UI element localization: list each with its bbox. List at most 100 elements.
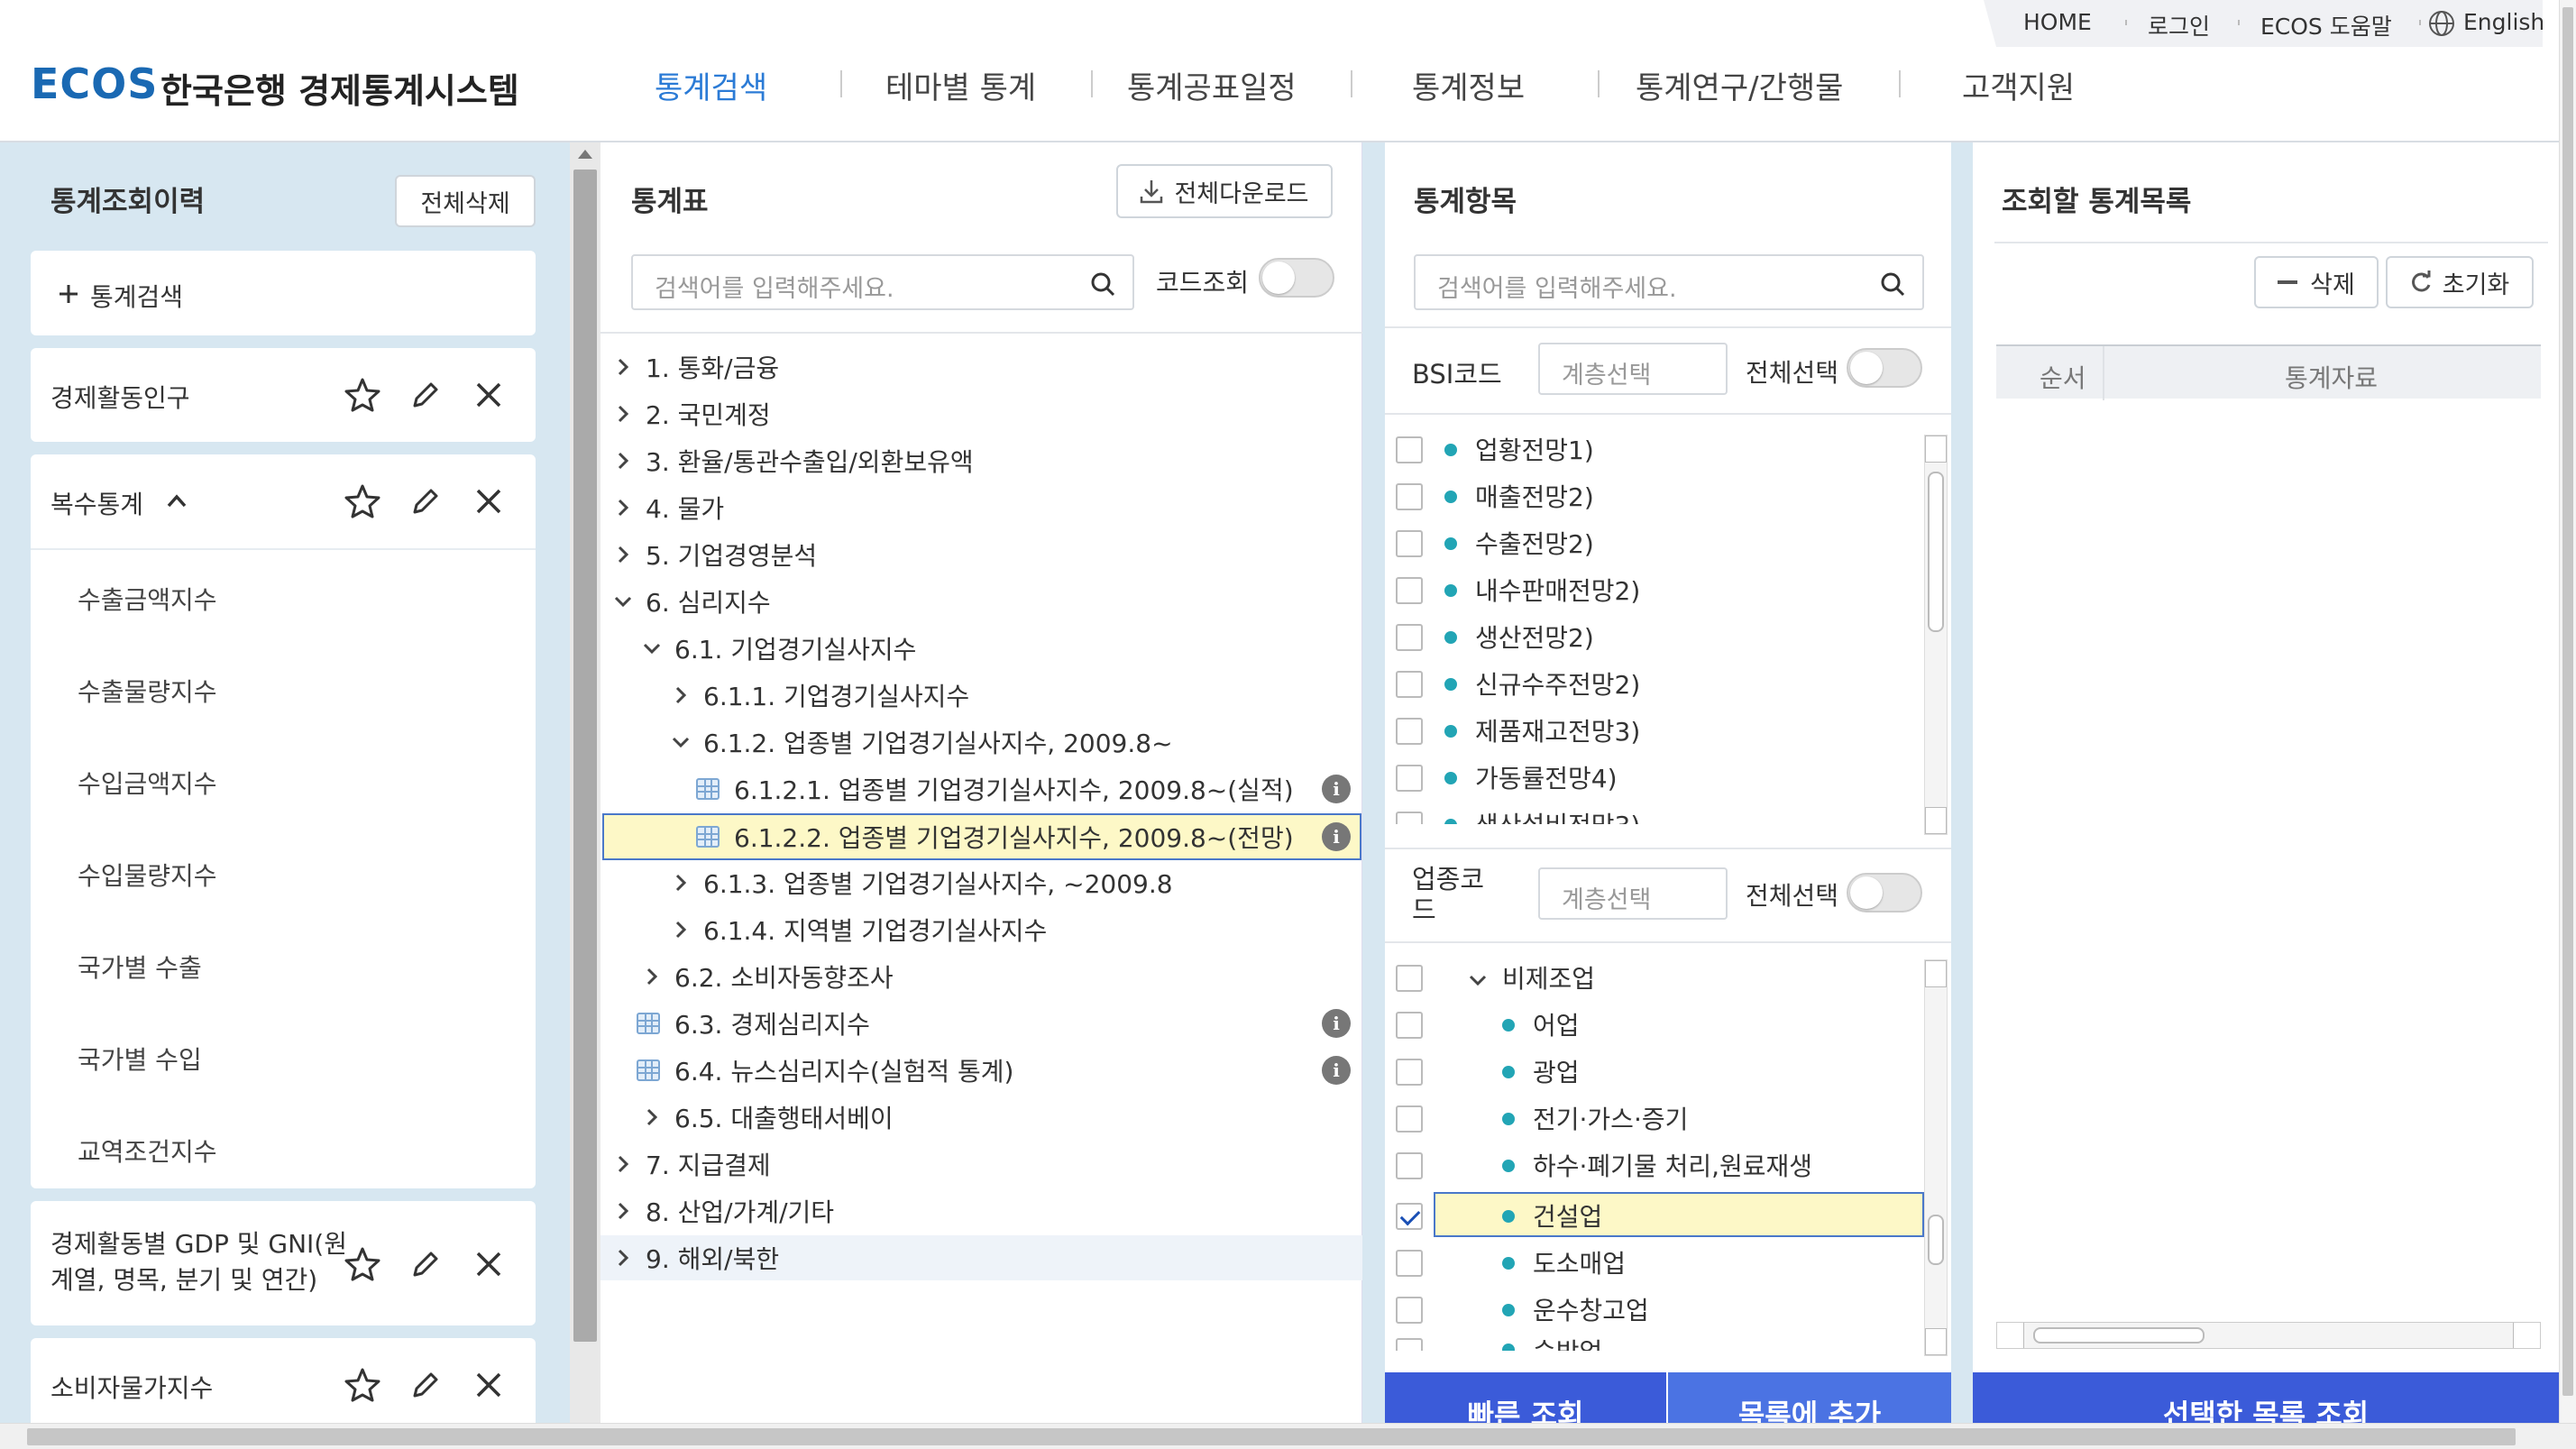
sub-item[interactable]: 수입금액지수 bbox=[78, 765, 217, 801]
industry-item-label-selected[interactable]: 건설업 bbox=[1533, 1197, 1602, 1233]
bsi-item-label[interactable]: 수출전망2) bbox=[1475, 525, 1594, 561]
info-icon[interactable]: i bbox=[1322, 1009, 1351, 1038]
language-link[interactable]: English bbox=[2463, 9, 2543, 35]
info-icon[interactable]: i bbox=[1322, 822, 1351, 851]
sub-item[interactable]: 수출금액지수 bbox=[78, 581, 217, 617]
industry-scrollbar[interactable] bbox=[1924, 959, 1948, 1356]
tree-leaf-selected[interactable]: 6.1.2.2. 업종별 기업경기실사지수, 2009.8~(전망) bbox=[696, 814, 1294, 859]
industry-item-label[interactable]: 전기·가스·증기 bbox=[1533, 1100, 1688, 1136]
bsi-checkbox[interactable] bbox=[1396, 483, 1423, 510]
chevron-down-icon[interactable] bbox=[1468, 970, 1488, 990]
sub-item[interactable]: 수출물량지수 bbox=[78, 673, 217, 709]
tree-node[interactable]: 2. 국민계정 bbox=[613, 391, 771, 436]
scroll-up-button[interactable] bbox=[1925, 960, 1947, 987]
tree-node[interactable]: 8. 산업/가계/기타 bbox=[613, 1188, 834, 1233]
table-search-input[interactable]: 검색어를 입력해주세요. bbox=[631, 254, 1134, 310]
industry-item-label[interactable]: 숙박업 bbox=[1533, 1338, 1602, 1351]
bsi-level-select[interactable]: 계층선택 bbox=[1538, 343, 1728, 395]
tree-leaf[interactable]: 6.3. 경제심리지수 bbox=[637, 1001, 870, 1046]
tree-node[interactable]: 6.1.1. 기업경기실사지수 bbox=[671, 673, 969, 718]
industry-item-label[interactable]: 어업 bbox=[1533, 1006, 1580, 1042]
bsi-select-all-toggle[interactable] bbox=[1847, 348, 1922, 388]
sub-item[interactable]: 국가별 수출 bbox=[78, 949, 202, 985]
industry-checkbox[interactable] bbox=[1396, 1338, 1423, 1351]
bsi-checkbox[interactable] bbox=[1396, 812, 1423, 824]
tree-node[interactable]: 4. 물가 bbox=[613, 485, 724, 530]
star-icon[interactable] bbox=[344, 1246, 380, 1282]
reset-button[interactable]: 초기화 bbox=[2386, 256, 2534, 308]
bsi-scrollbar[interactable] bbox=[1924, 435, 1948, 835]
tree-node[interactable]: 3. 환율/통관수출입/외환보유액 bbox=[613, 438, 974, 483]
industry-level-select[interactable]: 계층선택 bbox=[1538, 867, 1728, 920]
tree-node[interactable]: 1. 통화/금융 bbox=[613, 344, 779, 390]
industry-checkbox[interactable] bbox=[1396, 1105, 1423, 1133]
close-icon[interactable] bbox=[471, 1246, 507, 1282]
view-selected-button[interactable]: 선택한 목록 조회 bbox=[1973, 1372, 2559, 1423]
bsi-checkbox[interactable] bbox=[1396, 765, 1423, 792]
bsi-item-label[interactable]: 제품재고전망3) bbox=[1475, 712, 1640, 748]
list-h-scrollbar[interactable] bbox=[1996, 1322, 2541, 1349]
industry-checkbox[interactable] bbox=[1396, 1250, 1423, 1277]
tree-node[interactable]: 6. 심리지수 bbox=[613, 579, 771, 624]
add-search-button[interactable]: 통계검색 bbox=[31, 251, 536, 335]
scroll-right-button[interactable] bbox=[2513, 1323, 2540, 1348]
nav-stat-search[interactable]: 통계검색 bbox=[655, 63, 767, 107]
pencil-icon[interactable] bbox=[408, 483, 444, 519]
page-scrollbar[interactable] bbox=[2559, 0, 2576, 1423]
industry-checkbox[interactable] bbox=[1396, 1152, 1423, 1179]
history-item-expanded[interactable]: 복수통계 수출금액지수 수출물량지수 수입금액지수 수입물량지수 국가별 수출 … bbox=[31, 454, 536, 1188]
code-lookup-toggle[interactable] bbox=[1259, 258, 1334, 298]
close-icon[interactable] bbox=[471, 1367, 507, 1403]
bsi-checkbox[interactable] bbox=[1396, 436, 1423, 463]
industry-checkbox[interactable] bbox=[1396, 965, 1423, 992]
history-scrollbar[interactable] bbox=[570, 142, 600, 1423]
bsi-checkbox[interactable] bbox=[1396, 624, 1423, 651]
history-item[interactable]: 소비자물가지수 bbox=[31, 1338, 536, 1423]
pencil-icon[interactable] bbox=[408, 1246, 444, 1282]
tree-node[interactable]: 6.1.2. 업종별 기업경기실사지수, 2009.8~ bbox=[671, 720, 1173, 765]
sub-item[interactable]: 교역조건지수 bbox=[78, 1133, 217, 1169]
tree-node[interactable]: 6.1. 기업경기실사지수 bbox=[642, 626, 916, 671]
bsi-item-label[interactable]: 매출전망2) bbox=[1475, 478, 1594, 514]
bsi-checkbox[interactable] bbox=[1396, 577, 1423, 604]
scroll-up-button[interactable] bbox=[1925, 436, 1947, 463]
scroll-thumb[interactable] bbox=[2033, 1327, 2205, 1344]
tree-node[interactable]: 7. 지급결제 bbox=[613, 1142, 771, 1187]
history-item[interactable]: 경제활동별 GDP 및 GNI(원계열, 명목, 분기 및 연간) bbox=[31, 1201, 536, 1325]
tree-node[interactable]: 6.5. 대출행태서베이 bbox=[642, 1095, 894, 1140]
clear-all-button[interactable]: 전체삭제 bbox=[395, 175, 536, 227]
star-icon[interactable] bbox=[344, 1367, 380, 1403]
scroll-thumb[interactable] bbox=[27, 1428, 2516, 1445]
bsi-checkbox[interactable] bbox=[1396, 718, 1423, 745]
industry-item-label[interactable]: 비제조업 bbox=[1502, 959, 1595, 995]
star-icon[interactable] bbox=[344, 483, 380, 519]
sub-item[interactable]: 국가별 수입 bbox=[78, 1041, 202, 1077]
scroll-thumb[interactable] bbox=[1928, 1215, 1944, 1265]
tree-node[interactable]: 6.1.4. 지역별 기업경기실사지수 bbox=[671, 907, 1047, 952]
industry-checkbox[interactable] bbox=[1396, 1059, 1423, 1086]
close-icon[interactable] bbox=[471, 377, 507, 413]
chevron-up-icon[interactable] bbox=[166, 492, 188, 509]
search-icon[interactable] bbox=[1879, 271, 1906, 298]
login-link[interactable]: 로그인 bbox=[2148, 9, 2210, 41]
items-search-input[interactable]: 검색어를 입력해주세요. bbox=[1414, 254, 1924, 310]
bsi-checkbox[interactable] bbox=[1396, 530, 1423, 557]
pencil-icon[interactable] bbox=[408, 1367, 444, 1403]
scroll-thumb[interactable] bbox=[1928, 472, 1944, 632]
industry-checkbox[interactable] bbox=[1396, 1012, 1423, 1039]
info-icon[interactable]: i bbox=[1322, 775, 1351, 803]
tree-leaf[interactable]: 6.1.2.1. 업종별 기업경기실사지수, 2009.8~(실적) bbox=[696, 766, 1294, 812]
bsi-checkbox[interactable] bbox=[1396, 671, 1423, 698]
industry-item-label[interactable]: 하수·폐기물 처리,원료재생 bbox=[1533, 1147, 1812, 1183]
quick-view-button[interactable]: 빠른 조회 bbox=[1385, 1372, 1666, 1423]
sub-item[interactable]: 수입물량지수 bbox=[78, 857, 217, 893]
help-link[interactable]: ECOS 도움말 bbox=[2260, 9, 2392, 41]
scroll-up-arrow[interactable] bbox=[578, 150, 592, 159]
bsi-item-label[interactable]: 신규수주전망2) bbox=[1475, 665, 1640, 702]
download-all-button[interactable]: 전체다운로드 bbox=[1116, 164, 1333, 218]
nav-stat-info[interactable]: 통계정보 bbox=[1412, 63, 1525, 107]
info-icon[interactable]: i bbox=[1322, 1056, 1351, 1085]
home-link[interactable]: HOME bbox=[2023, 9, 2092, 35]
search-icon[interactable] bbox=[1089, 271, 1116, 298]
industry-item-label[interactable]: 도소매업 bbox=[1533, 1244, 1626, 1280]
